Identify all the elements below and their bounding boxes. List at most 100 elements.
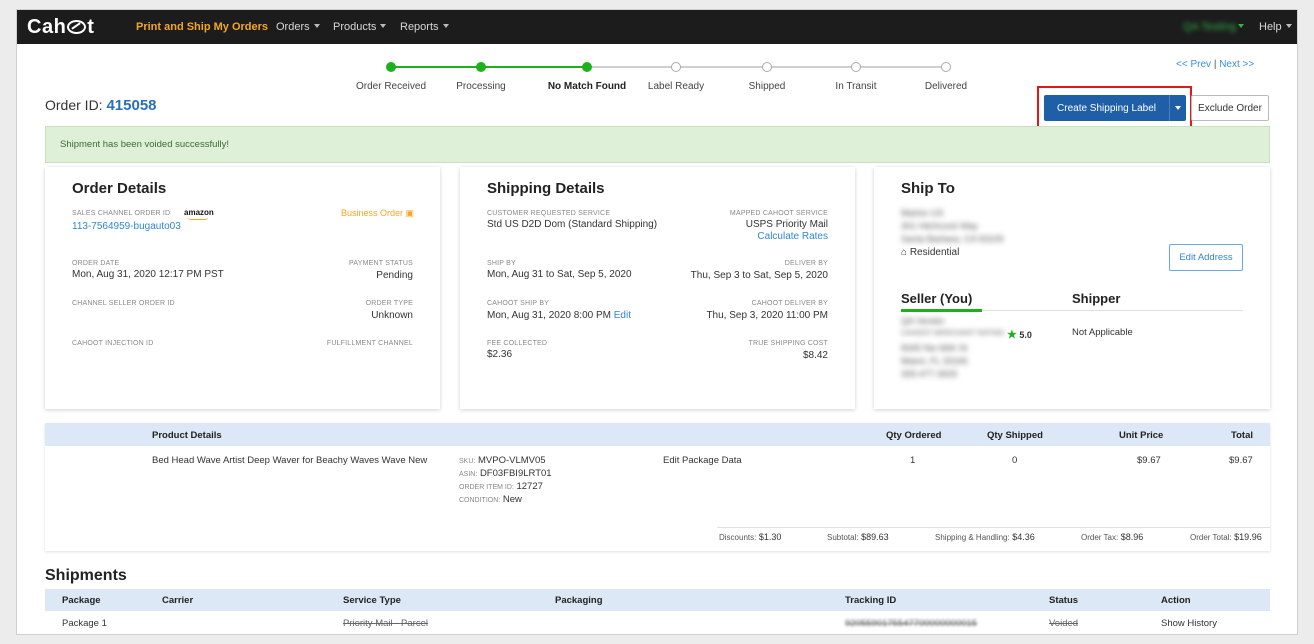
totals-divider [717,527,1270,528]
shipping-handling-total: Shipping & Handling: $4.36 [935,532,1035,542]
sku-value: MVPO-VLMV05 [477,455,546,466]
create-shipping-label-button[interactable]: Create Shipping Label [1044,95,1169,121]
item-id-label: ORDER ITEM ID: [459,484,514,491]
nav-help[interactable]: Help [1259,21,1292,33]
calculate-rates-link[interactable]: Calculate Rates [757,231,828,242]
nav-help-label: Help [1259,21,1282,33]
col-service-type: Service Type [343,595,401,606]
user-caret[interactable] [1234,21,1244,33]
chevron-down-icon [380,24,387,28]
user-menu[interactable]: QA Testing [1183,21,1236,33]
product-name: Bed Head Wave Artist Deep Waver for Beac… [152,455,428,466]
qty-ordered-value: 1 [910,455,916,466]
progress-connector [676,66,767,68]
cahoot-logo[interactable]: Cah t [27,16,94,39]
progress-step-dot [582,62,592,72]
edit-package-data-link[interactable]: Edit Package Data [663,455,742,466]
chevron-down-icon [313,24,320,28]
nav-orders-label: Orders [276,21,310,33]
col-tracking-id: Tracking ID [845,595,897,606]
subtotal-value: $89.63 [861,532,889,542]
progress-step-dot [386,62,396,72]
seller-title: Seller (You) [901,291,973,306]
nav-print-ship[interactable]: Print and Ship My Orders [136,21,268,33]
recipient-city: Santa Barbara, CA 93105 [901,234,1004,244]
ship-to-title: Ship To [901,180,955,197]
shipping-handling-label: Shipping & Handling: [935,533,1010,542]
logo-o-icon [67,20,87,34]
fee-collected-label: FEE COLLECTED [487,340,548,347]
merchant-rating: ★ 5.0 [1007,328,1032,341]
product-asin: ASIN: DF03FBI9LRT01 [459,468,552,479]
shipping-details-title: Shipping Details [487,180,605,197]
cahoot-deliver-by-value: Thu, Sep 3, 2020 11:00 PM [706,310,828,321]
order-type-label: ORDER TYPE [365,300,413,307]
product-sku: SKU: MVPO-VLMV05 [459,455,546,466]
show-history-link[interactable]: Show History [1161,618,1217,629]
payment-status-label: PAYMENT STATUS [349,260,413,267]
chevron-down-icon [1238,24,1244,28]
progress-connector [391,66,481,68]
nav-reports[interactable]: Reports [400,21,449,33]
col-total: Total [1231,430,1253,441]
product-condition: CONDITION: New [459,494,522,505]
order-tax-value: $8.96 [1120,532,1144,542]
seller-phone: 305-477-3929 [901,369,958,379]
nav-orders[interactable]: Orders [276,21,320,33]
shipping-handling-value: $4.36 [1012,532,1035,542]
unit-price-value: $9.67 [1137,455,1161,466]
recipient-name: Marlon US [901,208,944,218]
seller-active-bar [901,309,982,312]
business-order-badge: Business Order ▣ [341,208,414,219]
col-packaging: Packaging [555,595,603,606]
condition-label: CONDITION: [459,497,501,504]
fulfillment-channel-label: FULFILLMENT CHANNEL [326,340,413,347]
seller-city: Miami, FL 33166 [901,356,968,366]
order-total: Order Total: $19.96 [1190,532,1262,542]
shipper-title: Shipper [1072,291,1121,306]
edit-ship-by-link[interactable]: Edit [614,310,631,321]
exclude-order-button[interactable]: Exclude Order [1191,95,1269,121]
nav-products[interactable]: Products [333,21,387,33]
seller-divider [982,310,1243,311]
channel-seller-label: CHANNEL SELLER ORDER ID [72,300,175,307]
merchant-rating-label: CAHOOT MERCHANT RATING [901,330,1005,337]
customer-service-value: Std US D2D Dom (Standard Shipping) [487,219,658,230]
true-shipping-cost-label: TRUE SHIPPING COST [748,340,828,347]
product-table-header: Product Details Qty Ordered Qty Shipped … [45,423,1270,446]
col-package: Package [62,595,101,606]
progress-step-label: Processing [456,81,506,92]
chevron-down-icon [1175,106,1181,110]
asin-label: ASIN: [459,471,478,478]
seller-street: 8345 Nw 66th St [901,343,968,353]
order-type-value: Unknown [371,310,413,321]
briefcase-icon: ▣ [405,208,415,218]
col-qty-ordered: Qty Ordered [886,430,942,441]
pager: << Prev | Next >> [1176,59,1254,70]
progress-connector [481,66,587,68]
nav-products-label: Products [333,21,377,33]
next-link[interactable]: Next >> [1219,59,1254,70]
chevron-down-icon [1285,24,1292,28]
edit-address-button[interactable]: Edit Address [1169,244,1243,271]
merchant-rating-value: 5.0 [1019,330,1032,340]
fee-collected-value: $2.36 [487,349,513,360]
discounts-total: Discounts: $1.30 [719,532,781,542]
chevron-down-icon [442,24,449,28]
tracking-id-value: 9205590175547700000000015 [845,618,978,629]
sales-channel-order-link[interactable]: 113-7564959-bugauto03 [72,221,181,232]
shipments-table-header: Package Carrier Service Type Packaging T… [45,589,1270,611]
asin-value: DF03FBI9LRT01 [479,468,552,479]
home-icon: ⌂ [901,247,908,258]
prev-link[interactable]: << Prev [1176,59,1211,70]
shipping-details-card: Shipping Details CUSTOMER REQUESTED SERV… [460,167,855,409]
pager-sep: | [1213,59,1217,70]
discounts-value: $1.30 [758,532,782,542]
cahoot-ship-by-label: CAHOOT SHIP BY [487,300,550,307]
subtotal-label: Subtotal: [827,533,859,542]
create-label-dropdown-toggle[interactable] [1169,95,1186,121]
order-id-value: 415058 [106,97,157,114]
subtotal-total: Subtotal: $89.63 [827,532,889,542]
line-total-value: $9.67 [1229,455,1253,466]
col-qty-shipped: Qty Shipped [987,430,1043,441]
